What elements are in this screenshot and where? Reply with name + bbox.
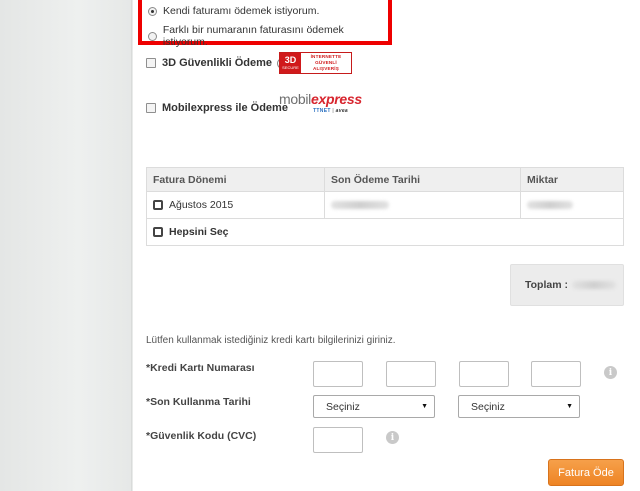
payment-target-group: Kendi faturamı ödemek istiyorum. Farklı … (138, 0, 392, 48)
card-number-label: *Kredi Kartı Numarası (146, 362, 255, 374)
radio-own-bill-input[interactable] (148, 6, 157, 16)
mobilexpress-logo-part1: mobil (279, 91, 311, 107)
3d-secure-logo-small: SECURE (282, 65, 299, 70)
period-cell: Ağustos 2015 (146, 191, 325, 219)
left-background (0, 0, 132, 491)
expiry-month-select[interactable]: Seçiniz ▼ (313, 395, 435, 418)
card-number-part4[interactable] (531, 361, 581, 387)
redacted-total (571, 281, 616, 289)
mobilexpress-logo: mobilexpress TTNET | avea (279, 91, 362, 114)
cvc-info-icon[interactable]: i (386, 431, 399, 444)
secure-payment-option[interactable]: 3D Güvenlikli Ödeme i (146, 57, 289, 69)
expiry-year-value: Seçiniz (471, 400, 505, 413)
card-number-info-icon[interactable]: i (604, 366, 617, 379)
redacted-due-date (331, 201, 389, 210)
table-row: Ağustos 2015 (146, 191, 624, 219)
expiry-label: *Son Kullanma Tarihi (146, 396, 251, 408)
3d-secure-logo: 3D SECURE İNTERNETTE GÜVENLİ ALIŞVERİŞ (279, 52, 352, 74)
radio-other-number[interactable]: Farklı bir numaranın faturasını ödemek i… (148, 24, 388, 48)
card-number-part1[interactable] (313, 361, 363, 387)
mobilexpress-label: Mobilexpress ile Ödeme (162, 102, 288, 114)
card-number-part3[interactable] (459, 361, 509, 387)
due-date-cell (324, 191, 521, 219)
select-all-row: Hepsini Seç (146, 218, 624, 246)
table-header-row: Fatura Dönemi Son Ödeme Tarihi Miktar (146, 167, 624, 192)
select-all-cell: Hepsini Seç (146, 218, 624, 246)
3d-secure-logo-big: 3D (284, 55, 297, 65)
col-header-due-date: Son Ödeme Tarihi (324, 167, 521, 192)
total-label: Toplam : (525, 279, 568, 291)
cvc-input[interactable] (313, 427, 363, 453)
select-all-checkbox[interactable] (153, 227, 163, 237)
mobilexpress-option[interactable]: Mobilexpress ile Ödeme (146, 102, 288, 114)
col-header-amount: Miktar (520, 167, 624, 192)
total-box: Toplam : (510, 264, 624, 306)
amount-cell (520, 191, 624, 219)
col-header-period: Fatura Dönemi (146, 167, 325, 192)
bill-checkbox[interactable] (153, 200, 163, 210)
mobilexpress-logo-part2: express (310, 91, 362, 107)
radio-own-bill[interactable]: Kendi faturamı ödemek istiyorum. (148, 5, 319, 17)
secure-payment-label: 3D Güvenlikli Ödeme (162, 57, 273, 69)
badge-line: ALIŞVERİŞ (312, 66, 340, 71)
mobilexpress-checkbox[interactable] (146, 103, 156, 113)
bill-period: Ağustos 2015 (169, 199, 234, 211)
expiry-year-select[interactable]: Seçiniz ▼ (458, 395, 580, 418)
avea-logo: avea (335, 108, 348, 114)
expiry-month-value: Seçiniz (326, 400, 360, 413)
card-instruction: Lütfen kullanmak istediğiniz kredi kartı… (146, 335, 396, 346)
radio-other-number-label: Farklı bir numaranın faturasını ödemek i… (162, 24, 344, 48)
chevron-down-icon: ▼ (566, 403, 573, 410)
radio-own-bill-label: Kendi faturamı ödemek istiyorum. (163, 5, 320, 17)
pay-bill-button[interactable]: Fatura Öde (548, 459, 624, 486)
bill-table: Fatura Dönemi Son Ödeme Tarihi Miktar Ağ… (146, 167, 624, 246)
radio-other-number-input[interactable] (148, 31, 157, 41)
chevron-down-icon: ▼ (421, 403, 428, 410)
card-number-part2[interactable] (386, 361, 436, 387)
select-all-label: Hepsini Seç (169, 226, 229, 238)
cvc-label: *Güvenlik Kodu (CVC) (146, 430, 257, 442)
secure-payment-checkbox[interactable] (146, 58, 156, 68)
redacted-amount (527, 201, 573, 210)
ttnet-logo: TTNET (313, 108, 331, 114)
